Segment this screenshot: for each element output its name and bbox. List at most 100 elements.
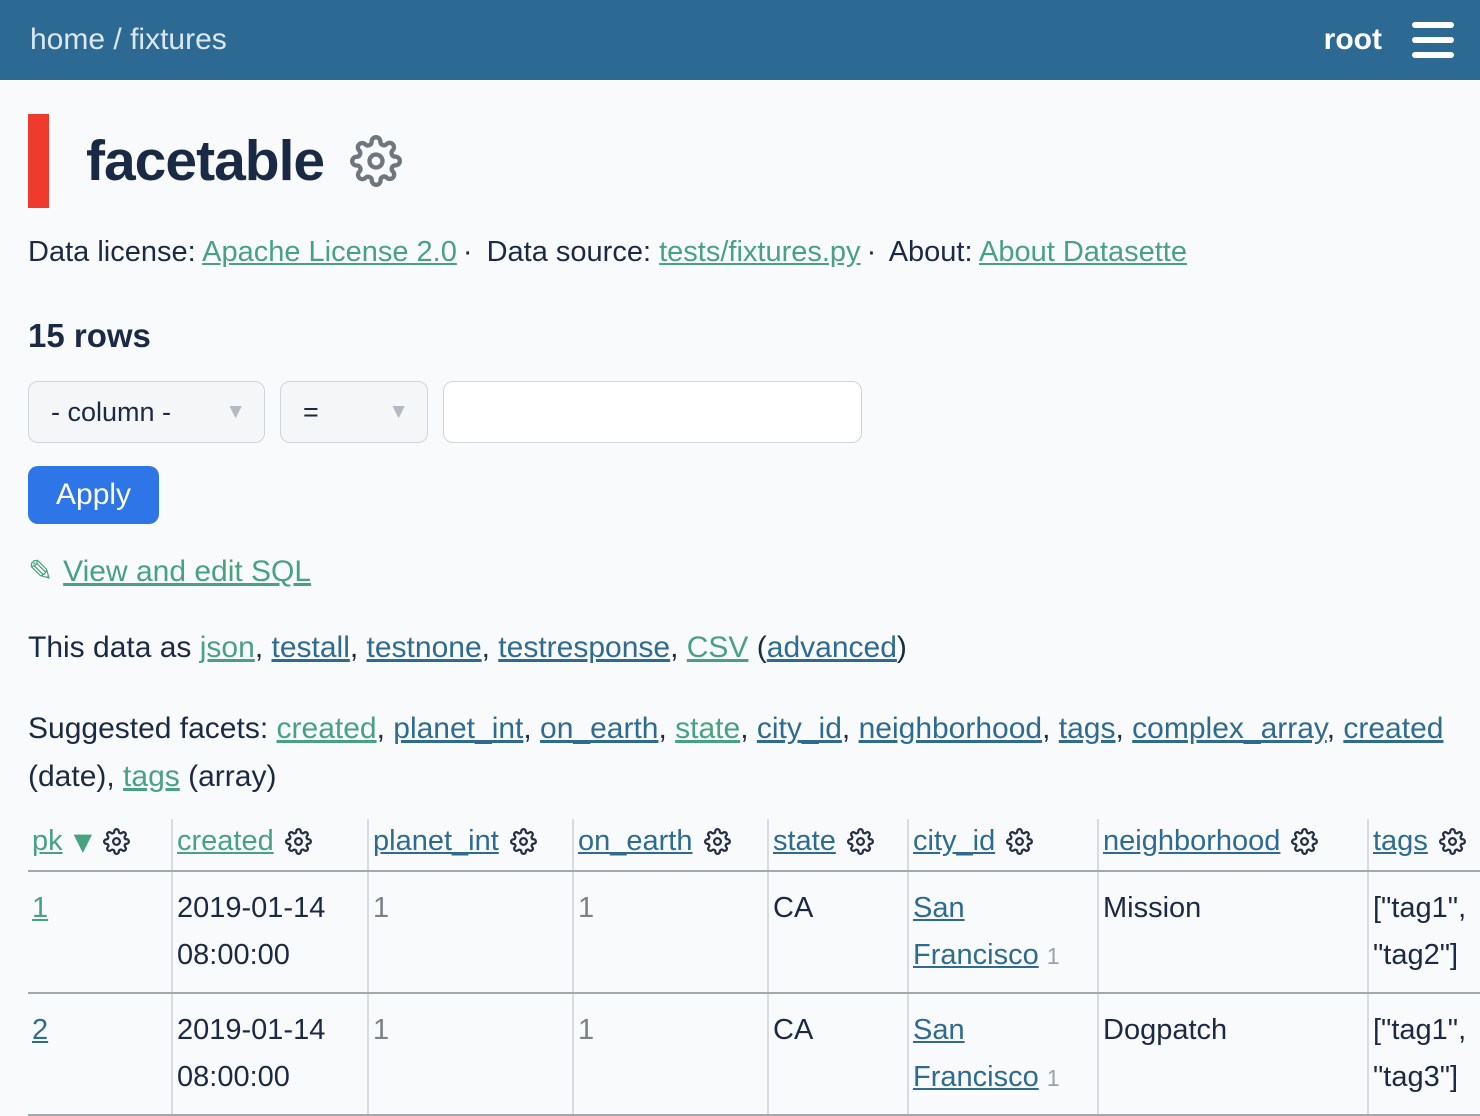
city-link[interactable]: San Francisco	[913, 892, 1039, 971]
column-header-pk-link[interactable]: pk	[32, 825, 63, 858]
facet-link-planet-int[interactable]: planet_int	[393, 712, 523, 745]
column-header-state[interactable]: state	[768, 819, 908, 871]
column-header-city-id-link[interactable]: city_id	[913, 825, 995, 858]
facet-suffix: (date)	[28, 760, 106, 793]
facet-link-on-earth[interactable]: on_earth	[540, 712, 658, 745]
table-settings-gear-icon[interactable]	[350, 135, 402, 187]
export-links-line: This data as json testall testnone testresp…	[28, 631, 1452, 665]
facet-link-neighborhood[interactable]: neighborhood	[859, 712, 1043, 745]
sql-line: ✎ View and edit SQL	[28, 554, 1452, 589]
user-menu-root[interactable]: root	[1324, 23, 1382, 57]
column-header-state-link[interactable]: state	[773, 825, 836, 858]
license-link[interactable]: Apache License 2.0	[202, 236, 457, 268]
table-row: 1 2019-01-14 08:00:00 1 1 CA San Francis…	[28, 871, 1480, 993]
title-accent-bar	[28, 114, 49, 208]
export-link-json[interactable]: json	[200, 631, 255, 664]
license-label: Data license:	[28, 236, 196, 268]
cell-created: 2019-01-14 08:00:00	[172, 871, 368, 993]
header-row: pk ▼ created planet_int	[28, 819, 1480, 871]
column-header-tags[interactable]: tags	[1368, 819, 1480, 871]
cell-state: CA	[768, 871, 908, 993]
sort-desc-icon: ▼	[74, 828, 92, 856]
export-link-advanced[interactable]: advanced	[767, 631, 897, 664]
city-link[interactable]: San Francisco	[913, 1014, 1039, 1093]
facet-link-tags-array[interactable]: tags	[123, 760, 180, 793]
suggested-facets-line: Suggested facets: createdplanet_inton_ea…	[28, 705, 1452, 801]
column-gear-icon[interactable]	[1291, 828, 1318, 855]
filter-operator-select[interactable]: = ▼	[280, 381, 428, 443]
facet-suffix: (array)	[180, 760, 277, 793]
rows-table: pk ▼ created planet_int	[28, 819, 1480, 1116]
column-header-planet-int-link[interactable]: planet_int	[373, 825, 499, 858]
column-gear-icon[interactable]	[103, 828, 130, 855]
column-gear-icon[interactable]	[1006, 828, 1033, 855]
column-header-city-id[interactable]: city_id	[908, 819, 1098, 871]
source-label: Data source:	[487, 236, 651, 268]
about-label: About:	[889, 236, 973, 268]
row-pk-link[interactable]: 1	[32, 892, 48, 924]
cell-planet-int: 1	[368, 993, 573, 1115]
view-edit-sql-link[interactable]: View and edit SQL	[63, 555, 311, 588]
column-header-tags-link[interactable]: tags	[1373, 825, 1428, 858]
export-link-csv[interactable]: CSV	[687, 631, 749, 664]
column-gear-icon[interactable]	[1439, 828, 1466, 855]
metadata-line: Data license: Apache License 2.0 · Data s…	[28, 236, 1452, 269]
cell-city-id: San Francisco 1	[908, 993, 1098, 1115]
city-raw-id: 1	[1047, 943, 1060, 969]
export-link-testall[interactable]: testall	[271, 631, 349, 664]
apply-button[interactable]: Apply	[28, 466, 159, 524]
column-header-neighborhood-link[interactable]: neighborhood	[1103, 825, 1280, 858]
facet-link-created[interactable]: created	[277, 712, 377, 745]
pencil-icon: ✎	[28, 555, 53, 588]
chevron-down-icon: ▼	[225, 400, 246, 424]
breadcrumb: home / fixtures	[30, 23, 227, 57]
facet-link-complex-array[interactable]: complex_array	[1132, 712, 1327, 745]
filter-row: - column - ▼ = ▼	[28, 381, 1452, 443]
cell-state: CA	[768, 993, 908, 1115]
breadcrumb-separator: /	[113, 23, 121, 56]
column-header-on-earth[interactable]: on_earth	[573, 819, 768, 871]
column-gear-icon[interactable]	[510, 828, 537, 855]
column-header-created-link[interactable]: created	[177, 825, 274, 858]
export-link-testresponse[interactable]: testresponse	[498, 631, 670, 664]
column-gear-icon[interactable]	[285, 828, 312, 855]
column-header-planet-int[interactable]: planet_int	[368, 819, 573, 871]
export-label: This data as	[28, 631, 191, 664]
column-gear-icon[interactable]	[847, 828, 874, 855]
column-header-on-earth-link[interactable]: on_earth	[578, 825, 693, 858]
export-link-testnone[interactable]: testnone	[367, 631, 482, 664]
advanced-open-paren: (	[757, 631, 767, 664]
filter-operator-value: =	[303, 397, 319, 428]
facet-link-state[interactable]: state	[675, 712, 740, 745]
facet-link-created-date[interactable]: created	[1343, 712, 1443, 745]
hamburger-menu-icon[interactable]	[1412, 18, 1454, 62]
cell-tags: ["tag1", "tag2"]	[1368, 871, 1480, 993]
table-row: 2 2019-01-14 08:00:00 1 1 CA San Francis…	[28, 993, 1480, 1115]
cell-on-earth: 1	[573, 993, 768, 1115]
table-container: pk ▼ created planet_int	[28, 819, 1480, 1116]
cell-on-earth: 1	[573, 871, 768, 993]
cell-tags: ["tag1", "tag3"]	[1368, 993, 1480, 1115]
cell-neighborhood: Dogpatch	[1098, 993, 1368, 1115]
main-content: facetable Data license: Apache License 2…	[0, 114, 1480, 1116]
breadcrumb-fixtures-link[interactable]: fixtures	[130, 23, 227, 56]
breadcrumb-home-link[interactable]: home	[30, 23, 105, 56]
column-gear-icon[interactable]	[704, 828, 731, 855]
cell-planet-int: 1	[368, 871, 573, 993]
facet-link-city-id[interactable]: city_id	[757, 712, 842, 745]
city-raw-id: 1	[1047, 1065, 1060, 1091]
column-header-created[interactable]: created	[172, 819, 368, 871]
column-header-pk[interactable]: pk ▼	[28, 819, 172, 871]
advanced-close-paren: )	[897, 631, 907, 664]
row-pk-link[interactable]: 2	[32, 1014, 48, 1046]
about-link[interactable]: About Datasette	[979, 236, 1187, 268]
column-header-neighborhood[interactable]: neighborhood	[1098, 819, 1368, 871]
filter-column-select[interactable]: - column - ▼	[28, 381, 265, 443]
source-link[interactable]: tests/fixtures.py	[659, 236, 860, 268]
cell-city-id: San Francisco 1	[908, 871, 1098, 993]
dot-separator: ·	[861, 236, 883, 268]
facet-link-tags[interactable]: tags	[1059, 712, 1116, 745]
filter-value-input[interactable]	[443, 381, 862, 443]
row-count-heading: 15 rows	[28, 317, 1452, 355]
cell-pk: 2	[28, 993, 172, 1115]
